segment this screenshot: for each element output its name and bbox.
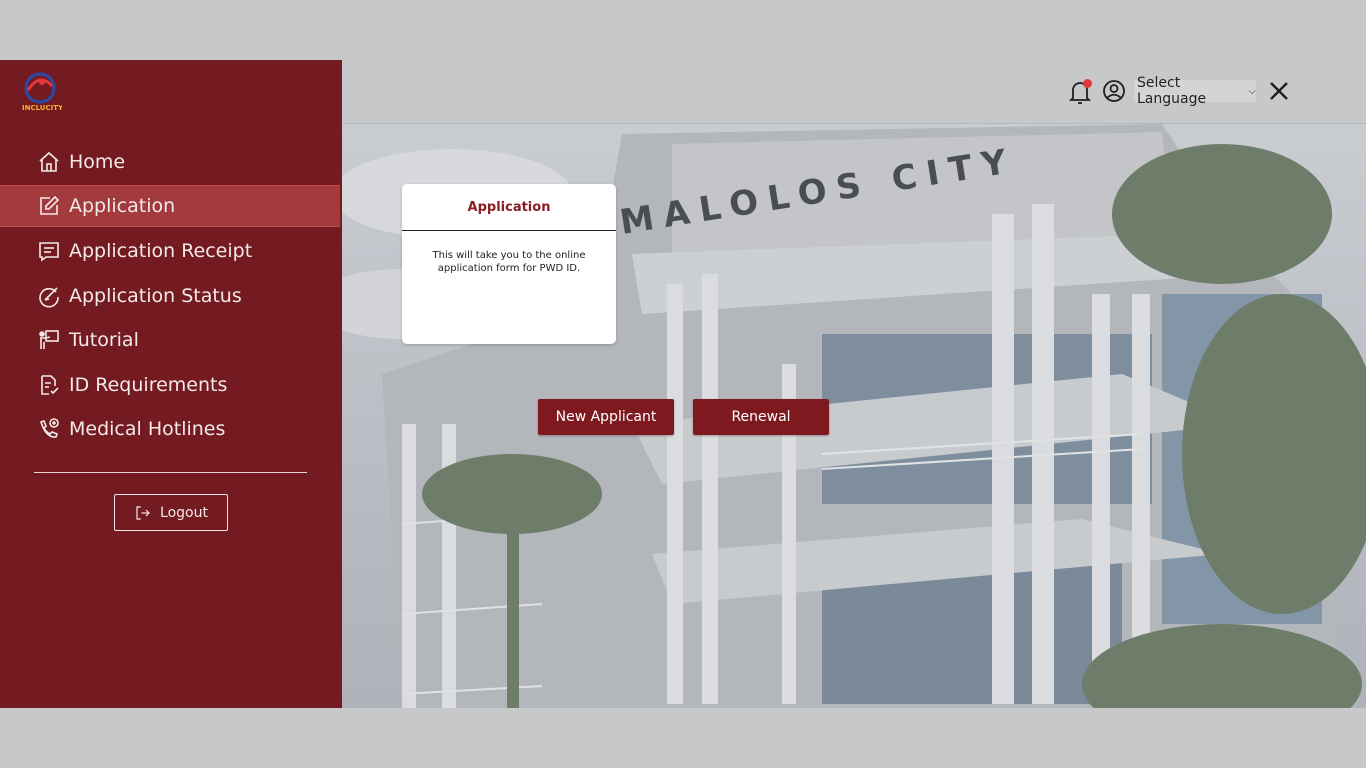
tutorial-icon [36, 327, 62, 353]
close-icon[interactable] [1268, 80, 1290, 102]
logout-icon [136, 505, 150, 520]
sidebar-item-label: Application Status [69, 285, 242, 307]
sidebar-item-medical-hotlines[interactable]: Medical Hotlines [0, 408, 340, 450]
sidebar-item-home[interactable]: Home [0, 141, 340, 183]
sidebar-item-application[interactable]: Application [0, 185, 340, 227]
sidebar-divider [34, 472, 307, 473]
sidebar-item-label: ID Requirements [69, 374, 228, 396]
sidebar-item-application-receipt[interactable]: Application Receipt [0, 230, 340, 272]
card-description: This will take you to the online applica… [432, 250, 586, 274]
new-applicant-button[interactable]: New Applicant [538, 399, 674, 435]
language-select[interactable]: Select Language ⌵ [1134, 75, 1256, 107]
language-select-label: Select Language [1137, 75, 1207, 107]
chevron-down-icon: ⌵ [1248, 85, 1256, 97]
sidebar: INCLUCITY Home Application Application R… [0, 60, 342, 708]
sidebar-item-label: Application [69, 195, 176, 217]
inclucity-logo: INCLUCITY [18, 68, 64, 114]
sidebar-item-label: Application Receipt [69, 240, 253, 262]
sidebar-item-label: Home [69, 151, 126, 173]
sidebar-item-label: Tutorial [69, 329, 139, 351]
renewal-label: Renewal [731, 409, 791, 425]
phone-plus-icon [36, 416, 62, 442]
top-bar: Select Language ⌵ [342, 60, 1366, 124]
document-check-icon [36, 372, 62, 398]
sidebar-item-tutorial[interactable]: Tutorial [0, 319, 340, 361]
notification-bell-icon[interactable] [1068, 78, 1092, 106]
edit-icon [36, 193, 62, 219]
status-icon [36, 283, 62, 309]
notification-badge [1083, 79, 1092, 88]
sidebar-item-application-status[interactable]: Application Status [0, 275, 340, 317]
user-account-icon[interactable] [1102, 79, 1126, 103]
sidebar-item-label: Medical Hotlines [69, 418, 226, 440]
logo-text: INCLUCITY [22, 104, 62, 112]
card-title: Application [402, 184, 616, 231]
renewal-button[interactable]: Renewal [693, 399, 829, 435]
application-info-card: Application This will take you to the on… [402, 184, 616, 344]
new-applicant-label: New Applicant [555, 409, 657, 425]
home-icon [36, 149, 62, 175]
receipt-icon [36, 238, 62, 264]
logout-button[interactable]: Logout [114, 494, 228, 531]
sidebar-item-id-requirements[interactable]: ID Requirements [0, 364, 340, 406]
app-window: INCLUCITY Home Application Application R… [0, 60, 1366, 708]
logout-label: Logout [160, 504, 208, 521]
